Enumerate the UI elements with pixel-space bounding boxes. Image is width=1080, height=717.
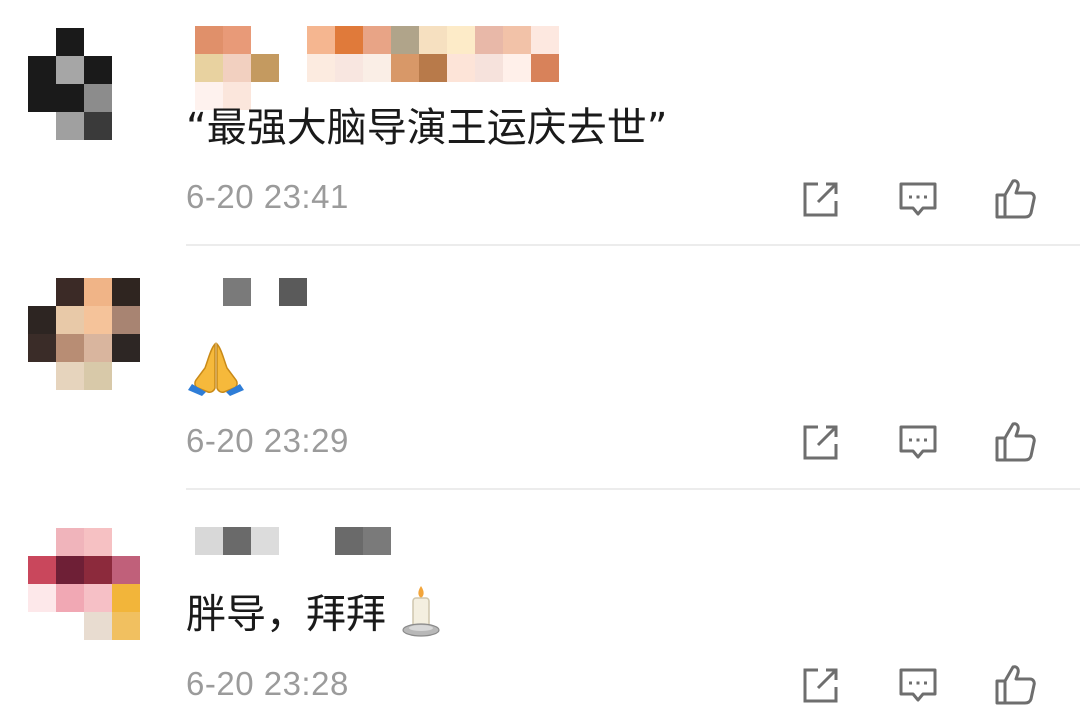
- avatar-pixel: [112, 84, 140, 112]
- avatar-pixel: [112, 584, 140, 612]
- avatar-pixel: [28, 306, 56, 334]
- avatar-pixel: [112, 528, 140, 556]
- candle-emoji: [399, 584, 443, 649]
- avatar-pixel: [84, 612, 112, 640]
- avatar-pixel: [84, 84, 112, 112]
- share-icon[interactable]: [796, 659, 846, 709]
- comment-timestamp: 6-20 23:28: [186, 665, 349, 702]
- avatar-pixel: [84, 306, 112, 334]
- avatar-pixel: [56, 362, 84, 390]
- folded-hands-emoji: [186, 338, 246, 409]
- avatar-pixel: [28, 556, 56, 584]
- avatar-pixel: [28, 334, 56, 362]
- avatar-pixel: [112, 362, 140, 390]
- divider: [186, 244, 1080, 246]
- avatar-pixel: [28, 362, 56, 390]
- reply-icon[interactable]: [893, 416, 943, 466]
- like-icon[interactable]: [990, 416, 1040, 466]
- avatar-pixel: [112, 612, 140, 640]
- avatar-pixel: [28, 612, 56, 640]
- avatar-pixel: [112, 28, 140, 56]
- avatar-pixel: [84, 278, 112, 306]
- avatar[interactable]: [28, 278, 140, 390]
- avatar-pixel: [56, 584, 84, 612]
- avatar-pixel: [112, 306, 140, 334]
- avatar-pixel: [28, 584, 56, 612]
- avatar[interactable]: [28, 28, 140, 140]
- avatar-pixel: [84, 28, 112, 56]
- avatar-pixel: [112, 56, 140, 84]
- avatar-pixel: [84, 528, 112, 556]
- avatar-pixel: [56, 528, 84, 556]
- share-icon[interactable]: [796, 173, 846, 223]
- avatar[interactable]: [28, 528, 140, 640]
- avatar-pixel: [56, 556, 84, 584]
- avatar-pixel: [84, 584, 112, 612]
- avatar-pixel: [84, 112, 112, 140]
- username-mosaic[interactable]: [195, 527, 395, 555]
- divider: [186, 488, 1080, 490]
- avatar-pixel: [56, 84, 84, 112]
- avatar-pixel: [28, 528, 56, 556]
- comment-timestamp: 6-20 23:29: [186, 422, 349, 459]
- username-mosaic[interactable]: [195, 26, 567, 110]
- avatar-pixel: [112, 556, 140, 584]
- avatar-pixel: [56, 112, 84, 140]
- comment-text: [186, 338, 246, 409]
- avatar-pixel: [112, 112, 140, 140]
- share-icon[interactable]: [796, 416, 846, 466]
- avatar-pixel: [84, 56, 112, 84]
- like-icon[interactable]: [990, 173, 1040, 223]
- comment-timestamp: 6-20 23:41: [186, 178, 349, 215]
- avatar-pixel: [84, 556, 112, 584]
- comment-text: “最强大脑导演王运庆去世”: [186, 105, 668, 151]
- avatar-pixel: [56, 56, 84, 84]
- avatar-pixel: [56, 28, 84, 56]
- comment-text: 胖导，拜拜: [186, 584, 443, 649]
- like-icon[interactable]: [990, 659, 1040, 709]
- avatar-pixel: [56, 278, 84, 306]
- avatar-pixel: [56, 612, 84, 640]
- avatar-pixel: [112, 334, 140, 362]
- avatar-pixel: [28, 56, 56, 84]
- reply-icon[interactable]: [893, 659, 943, 709]
- avatar-pixel: [28, 278, 56, 306]
- avatar-pixel: [28, 84, 56, 112]
- avatar-pixel: [56, 306, 84, 334]
- comment-text-body: 胖导，拜拜: [186, 591, 386, 638]
- avatar-pixel: [112, 278, 140, 306]
- avatar-pixel: [84, 362, 112, 390]
- avatar-pixel: [28, 28, 56, 56]
- avatar-pixel: [84, 334, 112, 362]
- username-mosaic[interactable]: [195, 278, 315, 306]
- avatar-pixel: [56, 334, 84, 362]
- avatar-pixel: [28, 112, 56, 140]
- reply-icon[interactable]: [893, 173, 943, 223]
